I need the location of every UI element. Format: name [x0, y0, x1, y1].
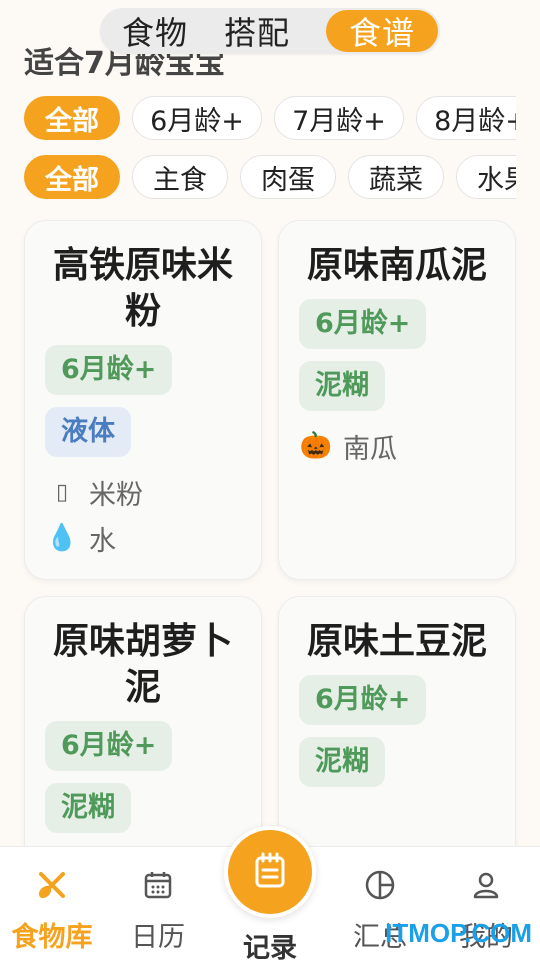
recipe-card[interactable]: 原味南瓜泥 6月龄+ 泥糊 🎃 南瓜 [278, 220, 516, 580]
pie-chart-icon [330, 865, 430, 905]
ingredient-item: 🎃 南瓜 [299, 423, 495, 469]
age-filter-row: 全部 6月龄+ 7月龄+ 8月龄+ [24, 96, 516, 142]
category-filter-staple[interactable]: 主食 [132, 155, 228, 199]
age-tag: 6月龄+ [299, 675, 427, 725]
nav-calendar[interactable]: 日历 [108, 865, 208, 954]
recipe-title: 原味土豆泥 [306, 621, 487, 662]
rice-bowl-icon: ▯ [55, 479, 69, 505]
age-filter-all[interactable]: 全部 [24, 96, 120, 140]
nav-food-library[interactable]: 食物库 [2, 865, 102, 954]
category-filter-fruit[interactable]: 水果 [456, 155, 516, 199]
recipe-title: 高铁原味米粉 [52, 245, 233, 332]
watermark-text: ITMOP.COM [385, 918, 532, 948]
age-filter-6m[interactable]: 6月龄+ [132, 96, 262, 140]
pumpkin-icon: 🎃 [299, 431, 333, 461]
category-filter-all[interactable]: 全部 [24, 155, 120, 199]
screen: 适合7月龄宝宝 食物 搭配 食谱 全部 6月龄+ 7月龄+ 8月龄+ 全部 主食… [0, 0, 540, 960]
ingredient-name: 水 [89, 525, 116, 557]
water-drop-icon: 💧 [45, 523, 79, 553]
ingredient-item: ▯ 米粉 [45, 469, 241, 515]
user-icon [436, 865, 536, 905]
recipe-card[interactable]: 高铁原味米粉 6月龄+ 液体 ▯ 米粉 💧 水 [24, 220, 262, 580]
texture-tag: 泥糊 [299, 361, 385, 411]
ingredient-name: 米粉 [89, 479, 143, 511]
notepad-icon [250, 850, 290, 894]
ingredient-item: 💧 水 [45, 515, 241, 561]
ingredient-name: 南瓜 [343, 433, 397, 465]
age-tag: 6月龄+ [45, 345, 173, 395]
record-button[interactable] [224, 826, 316, 918]
texture-tag: 液体 [45, 407, 131, 457]
segment-food[interactable]: 食物 [122, 8, 188, 54]
segment-recipes[interactable]: 食谱 [326, 10, 438, 52]
recipe-title: 原味南瓜泥 [306, 245, 487, 286]
texture-tag: 泥糊 [45, 783, 131, 833]
fork-knife-icon [2, 865, 102, 905]
nav-label: 食物库 [11, 922, 93, 953]
recipe-title: 原味胡萝卜泥 [52, 621, 233, 708]
calendar-icon [108, 865, 208, 905]
age-filter-8m[interactable]: 8月龄+ [416, 96, 516, 140]
age-tag: 6月龄+ [299, 299, 427, 349]
nav-label: 日历 [131, 922, 185, 953]
age-tag: 6月龄+ [45, 721, 173, 771]
segmented-control: 食物 搭配 食谱 [100, 8, 440, 54]
texture-tag: 泥糊 [299, 737, 385, 787]
category-filter-meat-egg[interactable]: 肉蛋 [240, 155, 336, 199]
category-filter-row: 全部 主食 肉蛋 蔬菜 水果 [24, 155, 516, 201]
segment-pairing[interactable]: 搭配 [224, 8, 290, 54]
age-filter-7m[interactable]: 7月龄+ [274, 96, 404, 140]
record-label: 记录 [243, 933, 297, 960]
category-filter-vegetable[interactable]: 蔬菜 [348, 155, 444, 199]
